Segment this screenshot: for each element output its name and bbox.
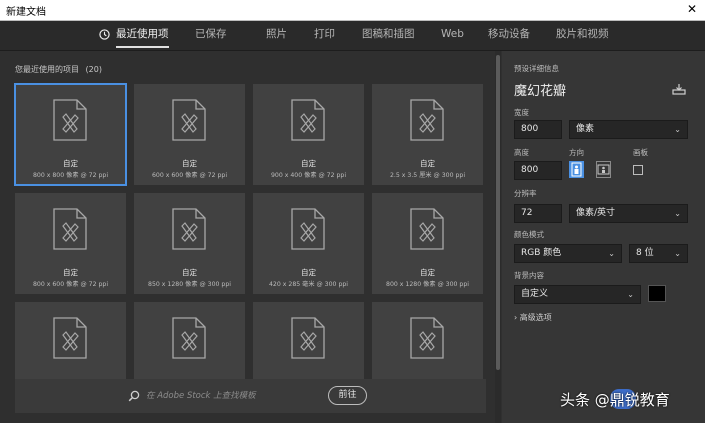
preset-card-meta: 420 x 285 毫米 @ 300 ppi bbox=[268, 281, 349, 288]
close-icon[interactable]: ✕ bbox=[687, 2, 697, 16]
resolution-unit-value: 像素/英寸 bbox=[576, 208, 616, 218]
search-icon bbox=[128, 390, 140, 402]
background-select[interactable]: 自定义 ⌄ bbox=[514, 285, 641, 304]
clock-icon bbox=[99, 29, 110, 40]
advanced-options-label: 高级选项 bbox=[519, 313, 552, 322]
chevron-down-icon: ⌄ bbox=[674, 125, 681, 134]
preset-card-meta: 900 x 400 像素 @ 72 ppi bbox=[270, 172, 347, 179]
document-icon bbox=[291, 99, 325, 141]
tab-film-video[interactable]: 胶片和视频 bbox=[556, 21, 609, 50]
tab-recent[interactable]: 最近使用项 bbox=[116, 21, 169, 50]
preset-card[interactable]: 自定 800 x 800 像素 @ 72 ppi bbox=[14, 83, 127, 186]
document-icon bbox=[291, 208, 325, 250]
advanced-options-toggle[interactable]: › 高级选项 bbox=[514, 312, 552, 323]
document-icon bbox=[172, 208, 206, 250]
chevron-right-icon: › bbox=[514, 313, 518, 322]
document-icon bbox=[410, 317, 444, 359]
color-mode-select[interactable]: RGB 颜色 ⌄ bbox=[514, 244, 622, 263]
color-mode-label: 颜色模式 bbox=[514, 230, 544, 239]
document-icon bbox=[53, 99, 87, 141]
width-input[interactable]: 800 bbox=[514, 120, 562, 139]
document-icon bbox=[172, 99, 206, 141]
preset-card-meta: 2.5 x 3.5 厘米 @ 300 ppi bbox=[389, 172, 466, 179]
background-color-swatch[interactable] bbox=[648, 285, 666, 302]
tab-web[interactable]: Web bbox=[441, 21, 464, 50]
chevron-down-icon: ⌄ bbox=[608, 249, 615, 258]
preset-card[interactable]: 自定 420 x 285 毫米 @ 300 ppi bbox=[253, 193, 364, 294]
width-unit-value: 像素 bbox=[576, 124, 595, 134]
width-unit-select[interactable]: 像素 ⌄ bbox=[569, 120, 688, 139]
preset-card[interactable]: 自定 800 x 600 像素 @ 72 ppi bbox=[15, 193, 126, 294]
landscape-icon bbox=[597, 164, 610, 175]
document-icon bbox=[172, 317, 206, 359]
preset-card-meta: 600 x 600 像素 @ 72 ppi bbox=[151, 172, 228, 179]
artboard-label: 画板 bbox=[633, 148, 648, 157]
preset-card-name: 自定 bbox=[301, 268, 316, 277]
recent-panel: 您最近使用的项目 (20) 自定 800 x 800 像素 @ 72 ppi 自定 6… bbox=[0, 51, 495, 423]
watermark: 头条 @鼎锐教育 bbox=[560, 391, 670, 409]
document-icon bbox=[291, 317, 325, 359]
bit-depth-value: 8 位 bbox=[636, 248, 654, 258]
preset-card-name: 自定 bbox=[301, 159, 316, 168]
chevron-down-icon: ⌄ bbox=[674, 209, 681, 218]
preset-card[interactable]: 自定 2.5 x 3.5 厘米 @ 300 ppi bbox=[372, 84, 483, 185]
document-icon bbox=[410, 208, 444, 250]
chevron-down-icon: ⌄ bbox=[627, 290, 634, 299]
resolution-unit-select[interactable]: 像素/英寸 ⌄ bbox=[569, 204, 688, 223]
document-icon bbox=[53, 208, 87, 250]
preset-card-meta: 800 x 1280 像素 @ 300 ppi bbox=[386, 281, 469, 288]
resolution-label: 分辨率 bbox=[514, 189, 537, 198]
preset-card-meta: 850 x 1280 像素 @ 300 ppi bbox=[148, 281, 231, 288]
recent-count: (20) bbox=[85, 65, 102, 74]
tab-photo[interactable]: 照片 bbox=[266, 21, 287, 50]
preset-card-name: 自定 bbox=[63, 159, 78, 168]
go-button[interactable]: 前往 bbox=[328, 386, 367, 405]
preset-name[interactable]: 魔幻花瓣 bbox=[514, 80, 566, 99]
document-icon bbox=[410, 99, 444, 141]
preset-card[interactable]: 自定 850 x 1280 像素 @ 300 ppi bbox=[134, 193, 245, 294]
preset-card-name: 自定 bbox=[182, 159, 197, 168]
portrait-icon bbox=[571, 162, 582, 177]
preset-card-meta: 800 x 800 像素 @ 72 ppi bbox=[32, 172, 109, 179]
tab-saved[interactable]: 已保存 bbox=[195, 21, 227, 50]
category-tabs: 最近使用项 已保存 照片 打印 图稿和插图 Web 移动设备 胶片和视频 bbox=[0, 21, 705, 51]
artboard-checkbox[interactable] bbox=[633, 165, 643, 175]
tab-print[interactable]: 打印 bbox=[314, 21, 335, 50]
tab-mobile[interactable]: 移动设备 bbox=[488, 21, 530, 50]
preset-card-name: 自定 bbox=[182, 268, 197, 277]
stock-search-input[interactable] bbox=[146, 386, 326, 406]
window-title: 新建文档 bbox=[6, 6, 46, 18]
scrollbar-thumb[interactable] bbox=[496, 55, 500, 370]
preset-details-panel: 预设详细信息 魔幻花瓣 宽度 800 像素 ⌄ 高度 方向 画板 800 分辨率… bbox=[502, 51, 705, 423]
preset-card-name: 自定 bbox=[63, 268, 78, 277]
bit-depth-select[interactable]: 8 位 ⌄ bbox=[629, 244, 688, 263]
width-label: 宽度 bbox=[514, 108, 529, 117]
stock-search-bar: 前往 bbox=[15, 379, 486, 413]
height-input[interactable]: 800 bbox=[514, 161, 562, 180]
recent-heading-label: 您最近使用的项目 bbox=[15, 65, 79, 74]
background-label: 背景内容 bbox=[514, 271, 544, 280]
recent-heading: 您最近使用的项目 (20) bbox=[15, 64, 102, 75]
preset-card-name: 自定 bbox=[420, 268, 435, 277]
preset-details-label: 预设详细信息 bbox=[514, 64, 559, 73]
document-icon bbox=[53, 317, 87, 359]
preset-card[interactable]: 自定 800 x 1280 像素 @ 300 ppi bbox=[372, 193, 483, 294]
preset-card[interactable]: 自定 900 x 400 像素 @ 72 ppi bbox=[253, 84, 364, 185]
preset-card[interactable]: 自定 600 x 600 像素 @ 72 ppi bbox=[134, 84, 245, 185]
window-titlebar: 新建文档 ✕ bbox=[0, 0, 705, 21]
orientation-label: 方向 bbox=[569, 148, 584, 157]
resolution-input[interactable]: 72 bbox=[514, 204, 562, 223]
landscape-orientation-button[interactable] bbox=[596, 161, 611, 178]
height-label: 高度 bbox=[514, 148, 529, 157]
color-mode-value: RGB 颜色 bbox=[521, 248, 562, 258]
chevron-down-icon: ⌄ bbox=[674, 249, 681, 258]
background-value: 自定义 bbox=[521, 289, 549, 299]
tab-art-illustration[interactable]: 图稿和插图 bbox=[362, 21, 415, 50]
portrait-orientation-button[interactable] bbox=[569, 161, 584, 178]
preset-card-name: 自定 bbox=[420, 159, 435, 168]
preset-card-meta: 800 x 600 像素 @ 72 ppi bbox=[32, 281, 109, 288]
save-preset-icon[interactable] bbox=[672, 83, 686, 95]
